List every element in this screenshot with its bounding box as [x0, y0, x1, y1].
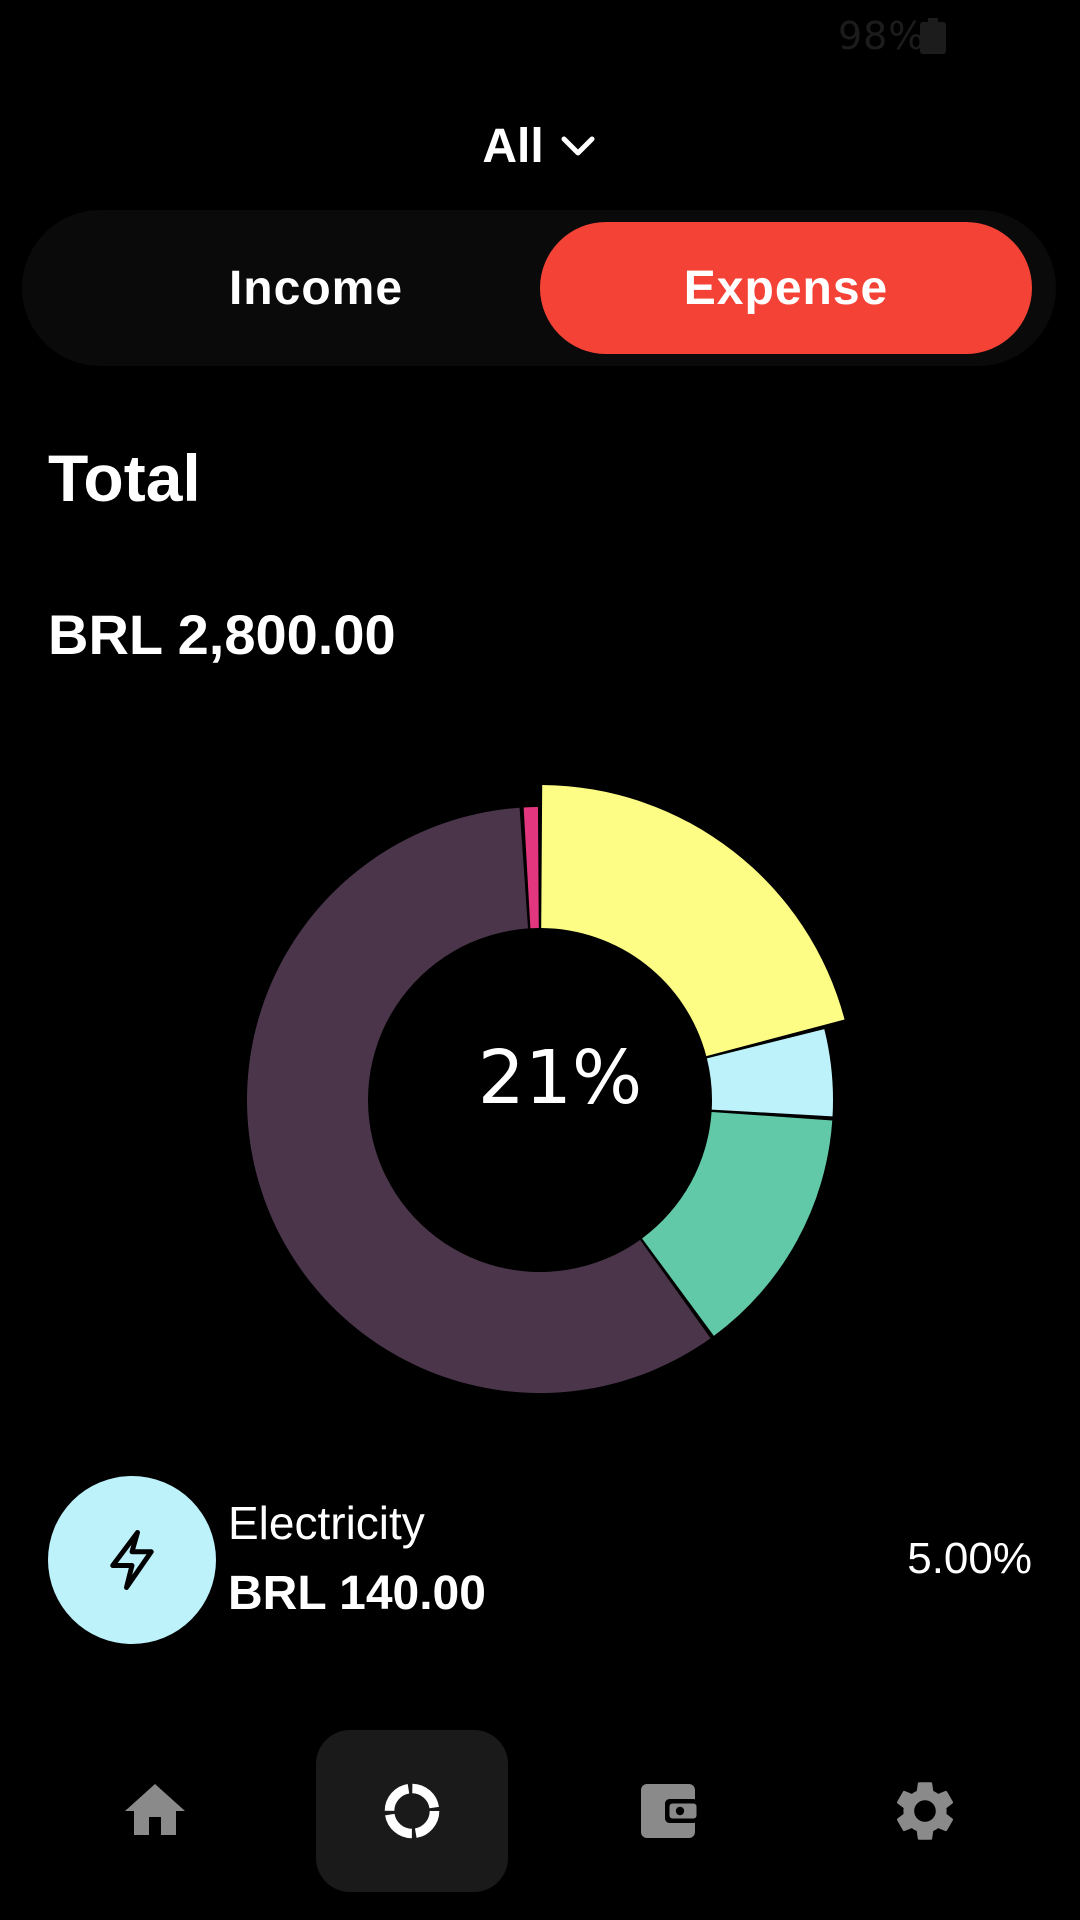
bottom-navigation [0, 1730, 1080, 1894]
income-tab[interactable]: Income [70, 222, 562, 354]
expense-tab[interactable]: Expense [540, 222, 1032, 354]
category-name: Electricity [228, 1497, 425, 1549]
total-amount: BRL 2,800.00 [48, 603, 396, 666]
screen: 98% All Income Expense Total BRL 2,800.0… [0, 0, 1080, 1920]
category-row-electricity[interactable]: Electricity BRL 140.00 5.00% [48, 1476, 1032, 1646]
chevron-down-icon [561, 136, 595, 156]
status-bar: 98% [0, 0, 1080, 80]
chart-center-percent: 21% [477, 1035, 643, 1121]
category-amount: BRL 140.00 [228, 1567, 486, 1620]
nav-wallet[interactable] [572, 1730, 764, 1892]
battery-percentage: 98% [838, 14, 926, 58]
nav-statistics[interactable] [316, 1730, 508, 1892]
battery-icon [920, 18, 946, 54]
category-avatar [48, 1476, 216, 1644]
donut-chart-icon [384, 1783, 440, 1839]
home-icon [125, 1784, 185, 1835]
income-expense-toggle: Income Expense [22, 210, 1056, 366]
nav-home[interactable] [59, 1730, 251, 1892]
lightning-bolt-icon [110, 1530, 154, 1590]
nav-settings[interactable] [829, 1730, 1021, 1892]
total-title: Total [48, 441, 201, 515]
gear-icon [896, 1782, 954, 1840]
category-percent: 5.00% [907, 1534, 1032, 1583]
wallet-icon [641, 1784, 698, 1838]
filter-dropdown[interactable]: All [0, 112, 1080, 180]
donut-slice-1[interactable] [541, 785, 845, 1057]
filter-label: All [482, 119, 544, 173]
